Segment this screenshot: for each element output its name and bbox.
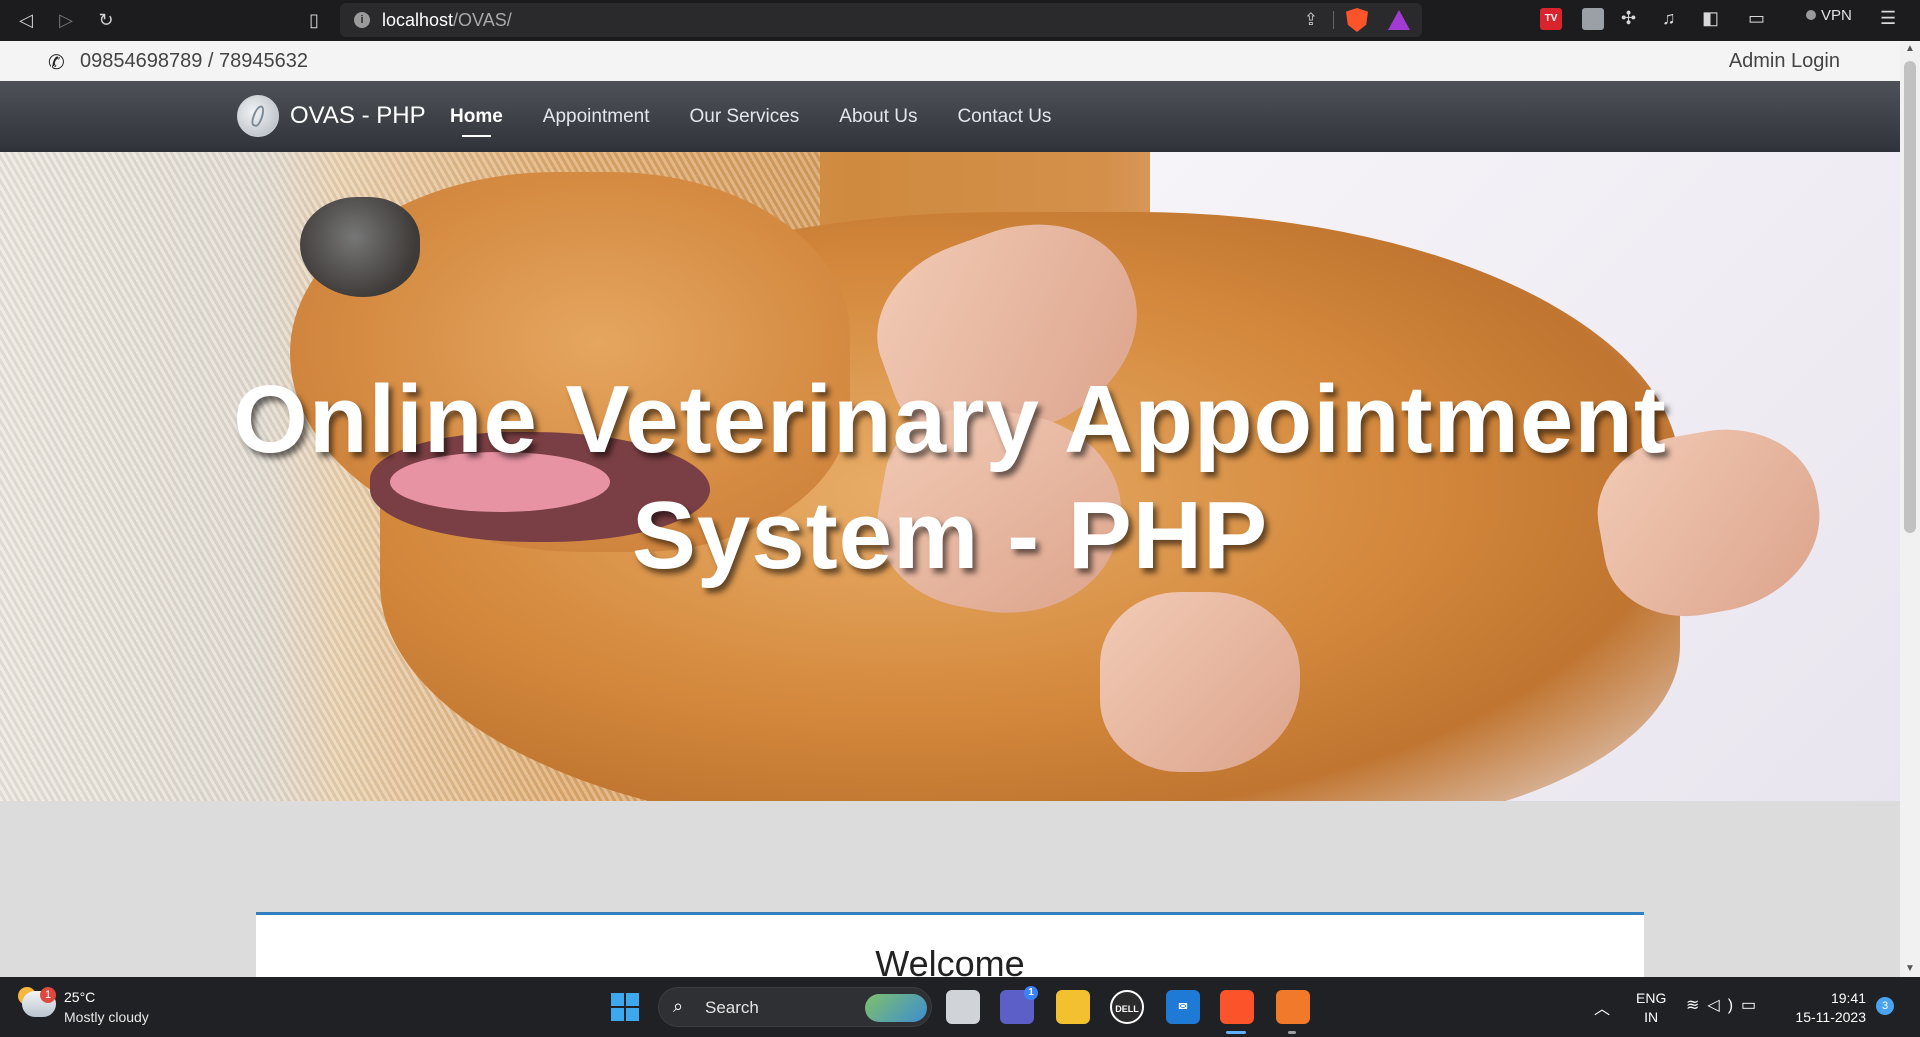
nav-about-us[interactable]: About Us bbox=[839, 81, 917, 152]
search-highlight-art bbox=[865, 994, 927, 1022]
tv-extension-icon[interactable]: TV bbox=[1540, 8, 1562, 30]
clock[interactable]: 19:41 15-11-2023 bbox=[1786, 989, 1866, 1027]
weather-description[interactable]: Mostly cloudy bbox=[64, 1009, 149, 1025]
site-brand[interactable]: OVAS - PHP bbox=[290, 102, 426, 130]
nav-contact-us[interactable]: Contact Us bbox=[957, 81, 1051, 152]
wallet-icon[interactable]: ▭ bbox=[1748, 8, 1765, 29]
extensions-puzzle-icon[interactable]: ✣ bbox=[1621, 8, 1636, 29]
weather-temperature[interactable]: 25°C bbox=[64, 989, 95, 1005]
contact-bar: ✆ 09854698789 / 78945632 Admin Login bbox=[0, 41, 1900, 81]
phone-icon: ✆ bbox=[48, 52, 65, 74]
scroll-down-icon[interactable]: ▼ bbox=[1900, 961, 1920, 977]
address-bar[interactable]: i localhost/OVAS/ ⇪ bbox=[340, 3, 1422, 37]
main-navbar: OVAS - PHP Home Appointment Our Services… bbox=[0, 81, 1900, 152]
scroll-thumb[interactable] bbox=[1904, 61, 1916, 533]
content-section: Welcome bbox=[0, 801, 1900, 992]
brave-browser-icon[interactable] bbox=[1220, 990, 1254, 1024]
teams-icon[interactable]: 1 bbox=[1000, 986, 1038, 1024]
vpn-status-icon bbox=[1806, 10, 1816, 20]
clock-time: 19:41 bbox=[1830, 990, 1866, 1006]
search-icon: ⌕ bbox=[673, 996, 684, 1016]
taskbar-search[interactable]: ⌕ Search bbox=[658, 987, 932, 1027]
browser-toolbar: ◁ ▷ ↻ ▯ i localhost/OVAS/ ⇪ TV ✣ ♫ ◧ ▭ V… bbox=[0, 0, 1920, 41]
media-icon[interactable]: ♫ bbox=[1662, 8, 1676, 29]
battery-icon[interactable]: ▭ bbox=[1741, 997, 1764, 1014]
hero-hand-bottom bbox=[1100, 592, 1300, 772]
forward-icon[interactable]: ▷ bbox=[52, 6, 80, 34]
language-indicator[interactable]: ENG IN bbox=[1636, 989, 1666, 1027]
dell-icon[interactable]: DELL bbox=[1110, 990, 1144, 1024]
task-view-icon[interactable] bbox=[946, 990, 980, 1024]
scroll-up-icon[interactable]: ▲ bbox=[1900, 41, 1920, 57]
file-explorer-icon[interactable] bbox=[1056, 990, 1090, 1024]
teams-badge: 1 bbox=[1024, 986, 1038, 1000]
nav-our-services[interactable]: Our Services bbox=[689, 81, 799, 152]
tray-chevron-up-icon[interactable]: ︿ bbox=[1594, 995, 1610, 1019]
nav-home[interactable]: Home bbox=[450, 81, 503, 152]
brave-rewards-icon[interactable] bbox=[1388, 10, 1410, 30]
hero-title-line-1: Online Veterinary Appointment bbox=[233, 366, 1667, 473]
vpn-button[interactable]: VPN bbox=[1806, 7, 1852, 24]
hero-dog-nose bbox=[300, 197, 420, 297]
back-icon[interactable]: ◁ bbox=[12, 6, 40, 34]
extension-icon[interactable] bbox=[1582, 8, 1604, 30]
windows-start-icon[interactable] bbox=[611, 993, 639, 1021]
hero-banner: Online Veterinary Appointment System - P… bbox=[0, 152, 1900, 801]
region-code: IN bbox=[1644, 1009, 1659, 1025]
volume-icon[interactable]: ◁) bbox=[1707, 997, 1741, 1014]
url-divider bbox=[1333, 11, 1334, 29]
brave-shields-icon[interactable] bbox=[1346, 8, 1368, 32]
search-label: Search bbox=[705, 998, 759, 1017]
sidebar-icon[interactable]: ◧ bbox=[1702, 8, 1719, 29]
tray-status-icons[interactable]: ≋◁)▭ bbox=[1686, 995, 1764, 1015]
bookmark-icon[interactable]: ▯ bbox=[300, 6, 328, 34]
site-logo[interactable] bbox=[237, 95, 279, 137]
windows-taskbar: 1 25°C Mostly cloudy ⌕ Search 1 DELL ✉ ︿… bbox=[0, 977, 1920, 1037]
nav-links: Home Appointment Our Services About Us C… bbox=[450, 81, 1091, 152]
wifi-icon[interactable]: ≋ bbox=[1686, 997, 1707, 1014]
brave-active-indicator bbox=[1226, 1031, 1246, 1034]
page-scrollbar[interactable]: ▲ ▼ bbox=[1900, 41, 1920, 977]
share-icon[interactable]: ⇪ bbox=[1304, 10, 1318, 30]
menu-icon[interactable]: ☰ bbox=[1880, 8, 1896, 29]
hero-title: Online Veterinary Appointment System - P… bbox=[190, 362, 1710, 594]
clock-date: 15-11-2023 bbox=[1795, 1009, 1866, 1025]
admin-login-link[interactable]: Admin Login bbox=[1729, 50, 1840, 73]
hero-title-line-2: System - PHP bbox=[631, 482, 1269, 589]
url-text[interactable]: localhost/OVAS/ bbox=[382, 10, 512, 31]
notification-badge[interactable]: 3 bbox=[1876, 997, 1894, 1015]
xampp-icon[interactable] bbox=[1276, 990, 1310, 1024]
mail-icon[interactable]: ✉ bbox=[1166, 990, 1200, 1024]
reload-icon[interactable]: ↻ bbox=[92, 6, 120, 34]
site-info-icon[interactable]: i bbox=[354, 12, 370, 28]
weather-badge: 1 bbox=[40, 987, 56, 1003]
logo-mark bbox=[249, 103, 267, 129]
language-code: ENG bbox=[1636, 990, 1667, 1006]
nav-appointment[interactable]: Appointment bbox=[543, 81, 650, 152]
phone-numbers: 09854698789 / 78945632 bbox=[80, 50, 309, 72]
xampp-running-indicator bbox=[1288, 1031, 1296, 1034]
